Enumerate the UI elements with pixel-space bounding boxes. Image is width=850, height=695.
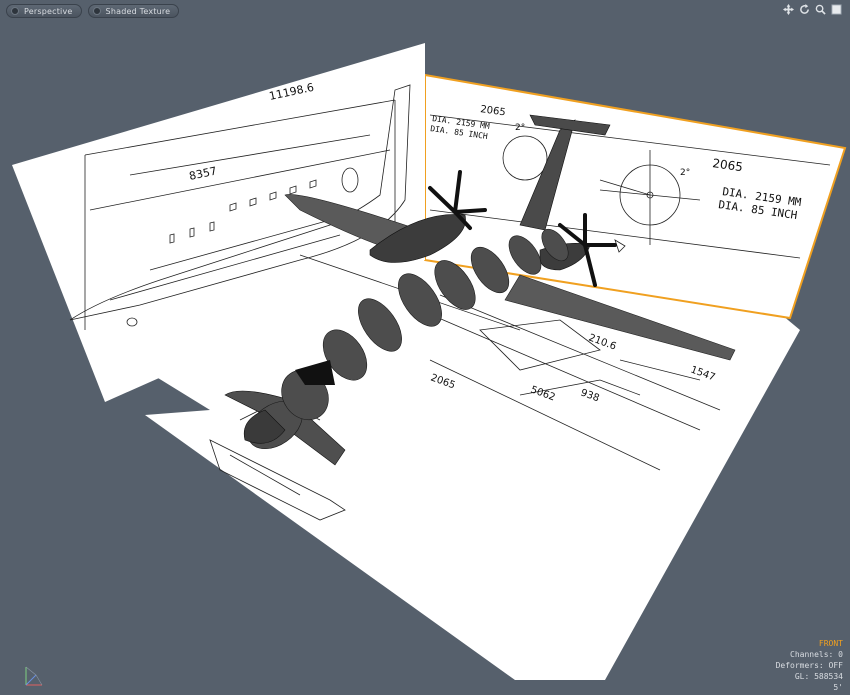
rotate-view-icon[interactable] (799, 4, 810, 15)
shading-mode-icon (92, 7, 101, 15)
axis-gizmo (25, 666, 43, 686)
viewport-hud: FRONT Channels: 0 Deformers: OFF GL: 588… (776, 638, 843, 693)
shading-mode-button[interactable]: Shaded Texture (87, 4, 180, 18)
hud-grid-size: 5' (833, 683, 843, 692)
hud-gl-count: GL: 588534 (794, 672, 843, 681)
shading-mode-label: Shaded Texture (105, 6, 171, 16)
view-mode-icon (11, 7, 19, 15)
3d-viewport[interactable]: Perspective Shaded Texture 11198.6 8357 … (0, 0, 850, 695)
fit-view-icon[interactable] (831, 4, 842, 15)
hud-channels: Channels: 0 (790, 650, 843, 659)
view-mode-button[interactable]: Perspective (6, 4, 82, 18)
move-view-icon[interactable] (783, 4, 794, 15)
scene-render[interactable]: 11198.6 8357 2065 2065 DIA. 2159 MM DIA.… (0, 0, 850, 695)
zoom-view-icon[interactable] (815, 4, 826, 15)
hud-deformers: Deformers: OFF (775, 661, 843, 670)
front-angle-1: 2° (515, 123, 525, 133)
front-angle-2: 2° (680, 168, 690, 178)
hud-view-name: FRONT (818, 639, 843, 648)
view-mode-label: Perspective (24, 6, 73, 16)
view-navigation-controls (783, 4, 842, 15)
viewport-toolbar: Perspective Shaded Texture (6, 4, 180, 18)
